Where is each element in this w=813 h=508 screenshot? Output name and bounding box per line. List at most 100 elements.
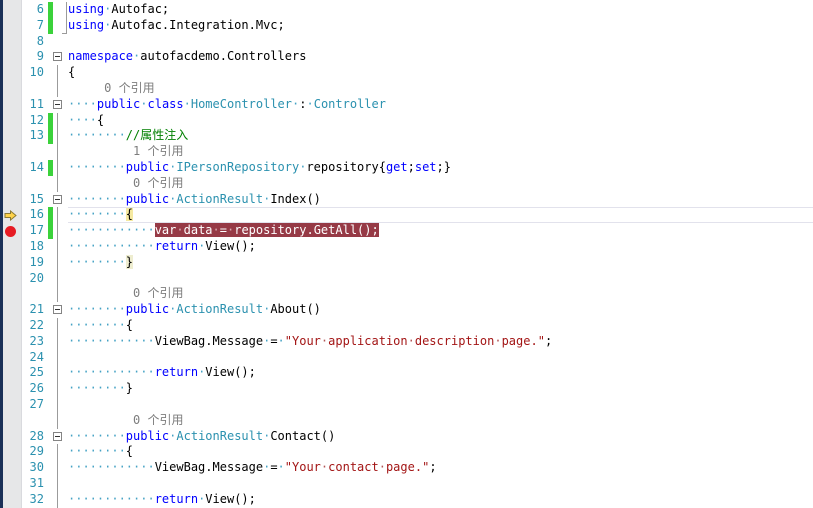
breakpoint-icon[interactable] bbox=[5, 225, 16, 237]
code-line-25[interactable]: 25 ············return·View(); bbox=[0, 365, 813, 381]
code-line-31[interactable]: 31 bbox=[0, 475, 813, 492]
breakpoint-margin-cell[interactable] bbox=[0, 413, 21, 429]
breakpoint-margin-cell[interactable] bbox=[0, 239, 21, 255]
collapse-toggle-icon[interactable] bbox=[53, 431, 62, 441]
code-line-13[interactable]: 13 ········//属性注入 bbox=[0, 128, 813, 145]
codelens-references[interactable]: 0 个引用 bbox=[0, 412, 813, 429]
codelens-references[interactable]: 0 个引用 bbox=[0, 175, 813, 192]
breakpoint-margin-cell[interactable] bbox=[0, 302, 21, 318]
code-text[interactable]: using·Autofac.Integration.Mvc; bbox=[68, 18, 813, 34]
codelens-text[interactable]: 0 个引用 bbox=[68, 286, 813, 302]
breakpoint-margin-cell[interactable] bbox=[0, 81, 21, 97]
code-line-10[interactable]: 10 { bbox=[0, 65, 813, 81]
code-text[interactable]: ····public·class·HomeController·:·Contro… bbox=[68, 97, 813, 113]
code-text[interactable]: ········//属性注入 bbox=[68, 128, 813, 144]
code-line-8[interactable]: 8 bbox=[0, 34, 813, 50]
code-line-20[interactable]: 20 bbox=[0, 270, 813, 287]
code-line-15[interactable]: 15 ········public·ActionResult·Index() bbox=[0, 192, 813, 208]
collapse-toggle-icon[interactable] bbox=[53, 305, 62, 315]
breakpoint-margin-cell[interactable] bbox=[0, 429, 21, 445]
breakpoint-margin-cell[interactable] bbox=[0, 271, 21, 287]
breakpoint-margin-cell[interactable] bbox=[0, 365, 21, 381]
code-text[interactable]: ········} bbox=[68, 381, 813, 397]
code-text[interactable]: ········{ bbox=[68, 444, 813, 460]
breakpoint-margin-cell[interactable] bbox=[0, 34, 21, 50]
collapse-toggle-icon[interactable] bbox=[53, 99, 62, 109]
breakpoint-margin-cell[interactable] bbox=[0, 128, 21, 144]
code-text[interactable]: ········public·ActionResult·Index() bbox=[68, 192, 813, 208]
code-text[interactable]: ············return·View(); bbox=[68, 239, 813, 255]
code-line-26[interactable]: 26 ········} bbox=[0, 381, 813, 397]
code-text[interactable]: ········public·ActionResult·Contact() bbox=[68, 429, 813, 445]
codelens-references[interactable]: 0 个引用 bbox=[0, 80, 813, 97]
code-line-14[interactable]: 14 ········public·IPersonRepository·repos… bbox=[0, 159, 813, 176]
code-text[interactable]: ············ViewBag.Message·=·"Your·cont… bbox=[68, 460, 813, 476]
code-line-9[interactable]: 9 namespace·autofacdemo.Controllers bbox=[0, 49, 813, 65]
code-text[interactable]: { bbox=[68, 65, 813, 81]
code-line-18[interactable]: 18 ············return·View(); bbox=[0, 238, 813, 255]
code-line-17[interactable]: 17 ············var·data·=·repository.GetA… bbox=[0, 223, 813, 239]
breakpoint-margin-cell[interactable] bbox=[0, 18, 21, 34]
codelens-text[interactable]: 0 个引用 bbox=[68, 81, 813, 97]
code-line-12[interactable]: 12 ····{ bbox=[0, 112, 813, 129]
codelens-text[interactable]: 1 个引用 bbox=[68, 144, 813, 160]
current-statement-arrow-icon[interactable] bbox=[4, 209, 17, 221]
breakpoint-margin-cell[interactable] bbox=[0, 460, 21, 476]
code-text[interactable]: using·Autofac; bbox=[68, 2, 813, 18]
breakpoint-margin-cell[interactable] bbox=[0, 49, 21, 65]
collapse-toggle-icon[interactable] bbox=[53, 52, 62, 62]
code-text[interactable] bbox=[68, 397, 813, 413]
code-line-32[interactable]: 32 ············return·View(); bbox=[0, 491, 813, 508]
code-line-21[interactable]: 21 ········public·ActionResult·About() bbox=[0, 302, 813, 318]
code-line-29[interactable]: 29 ········{ bbox=[0, 444, 813, 460]
codelens-text[interactable]: 0 个引用 bbox=[68, 413, 813, 429]
breakpoint-margin-cell[interactable] bbox=[0, 350, 21, 366]
code-line-27[interactable]: 27 bbox=[0, 396, 813, 413]
code-line-11[interactable]: 11 ····public·class·HomeController·:·Cont… bbox=[0, 97, 813, 113]
code-line-23[interactable]: 23 ············ViewBag.Message·=·"Your·ap… bbox=[0, 333, 813, 350]
breakpoint-margin-cell[interactable] bbox=[0, 192, 21, 208]
code-line-30[interactable]: 30 ············ViewBag.Message·=·"Your·co… bbox=[0, 460, 813, 476]
breakpoint-margin-cell[interactable] bbox=[0, 144, 21, 160]
code-line-22[interactable]: 22 ········{ bbox=[0, 317, 813, 334]
codelens-text[interactable]: 0 个引用 bbox=[68, 176, 813, 192]
code-text[interactable]: ········{ bbox=[68, 318, 813, 334]
breakpoint-margin-cell[interactable] bbox=[0, 113, 21, 129]
code-text[interactable]: ········public·IPersonRepository·reposit… bbox=[68, 160, 813, 176]
breakpoint-margin-cell[interactable] bbox=[0, 318, 21, 334]
code-text[interactable] bbox=[68, 476, 813, 492]
codelens-references[interactable]: 1 个引用 bbox=[0, 144, 813, 160]
breakpoint-margin-cell[interactable] bbox=[0, 444, 21, 460]
code-text[interactable]: ········public·ActionResult·About() bbox=[68, 302, 813, 318]
code-editor[interactable]: 6 using·Autofac; 7 using·Autofac.Integratio… bbox=[0, 0, 813, 508]
codelens-references[interactable]: 0 个引用 bbox=[0, 286, 813, 302]
breakpoint-margin-cell[interactable] bbox=[0, 65, 21, 81]
breakpoint-margin-cell[interactable] bbox=[0, 381, 21, 397]
breakpoint-margin-cell[interactable] bbox=[0, 492, 21, 508]
code-text[interactable]: ············return·View(); bbox=[68, 365, 813, 381]
breakpoint-margin-cell[interactable] bbox=[0, 2, 21, 18]
code-line-19[interactable]: 19 ········} bbox=[0, 254, 813, 271]
code-text[interactable]: ············var·data·=·repository.GetAll… bbox=[68, 223, 813, 239]
breakpoint-margin-cell[interactable] bbox=[0, 286, 21, 302]
breakpoint-margin-cell[interactable] bbox=[0, 160, 21, 176]
code-text[interactable]: ············return·View(); bbox=[68, 492, 813, 508]
code-text[interactable]: ············ViewBag.Message·=·"Your·appl… bbox=[68, 334, 813, 350]
breakpoint-margin-cell[interactable] bbox=[0, 334, 21, 350]
code-text[interactable] bbox=[68, 350, 813, 366]
code-text[interactable]: namespace·autofacdemo.Controllers bbox=[68, 49, 813, 65]
code-line-16[interactable]: 16 ········{ bbox=[0, 207, 813, 224]
code-line-7[interactable]: 7 using·Autofac.Integration.Mvc; bbox=[0, 17, 813, 34]
code-text[interactable]: ········{ bbox=[68, 207, 813, 224]
code-text[interactable] bbox=[68, 271, 813, 287]
code-text[interactable]: ········} bbox=[68, 254, 813, 271]
collapse-toggle-icon[interactable] bbox=[53, 194, 62, 204]
breakpoint-margin-cell[interactable] bbox=[0, 207, 21, 223]
code-line-6[interactable]: 6 using·Autofac; bbox=[0, 2, 813, 18]
code-line-28[interactable]: 28 ········public·ActionResult·Contact() bbox=[0, 429, 813, 445]
code-text[interactable] bbox=[68, 34, 813, 50]
breakpoint-margin-cell[interactable] bbox=[0, 97, 21, 113]
breakpoint-margin-cell[interactable] bbox=[0, 397, 21, 413]
breakpoint-margin-cell[interactable] bbox=[0, 476, 21, 492]
breakpoint-margin-cell[interactable] bbox=[0, 223, 21, 239]
